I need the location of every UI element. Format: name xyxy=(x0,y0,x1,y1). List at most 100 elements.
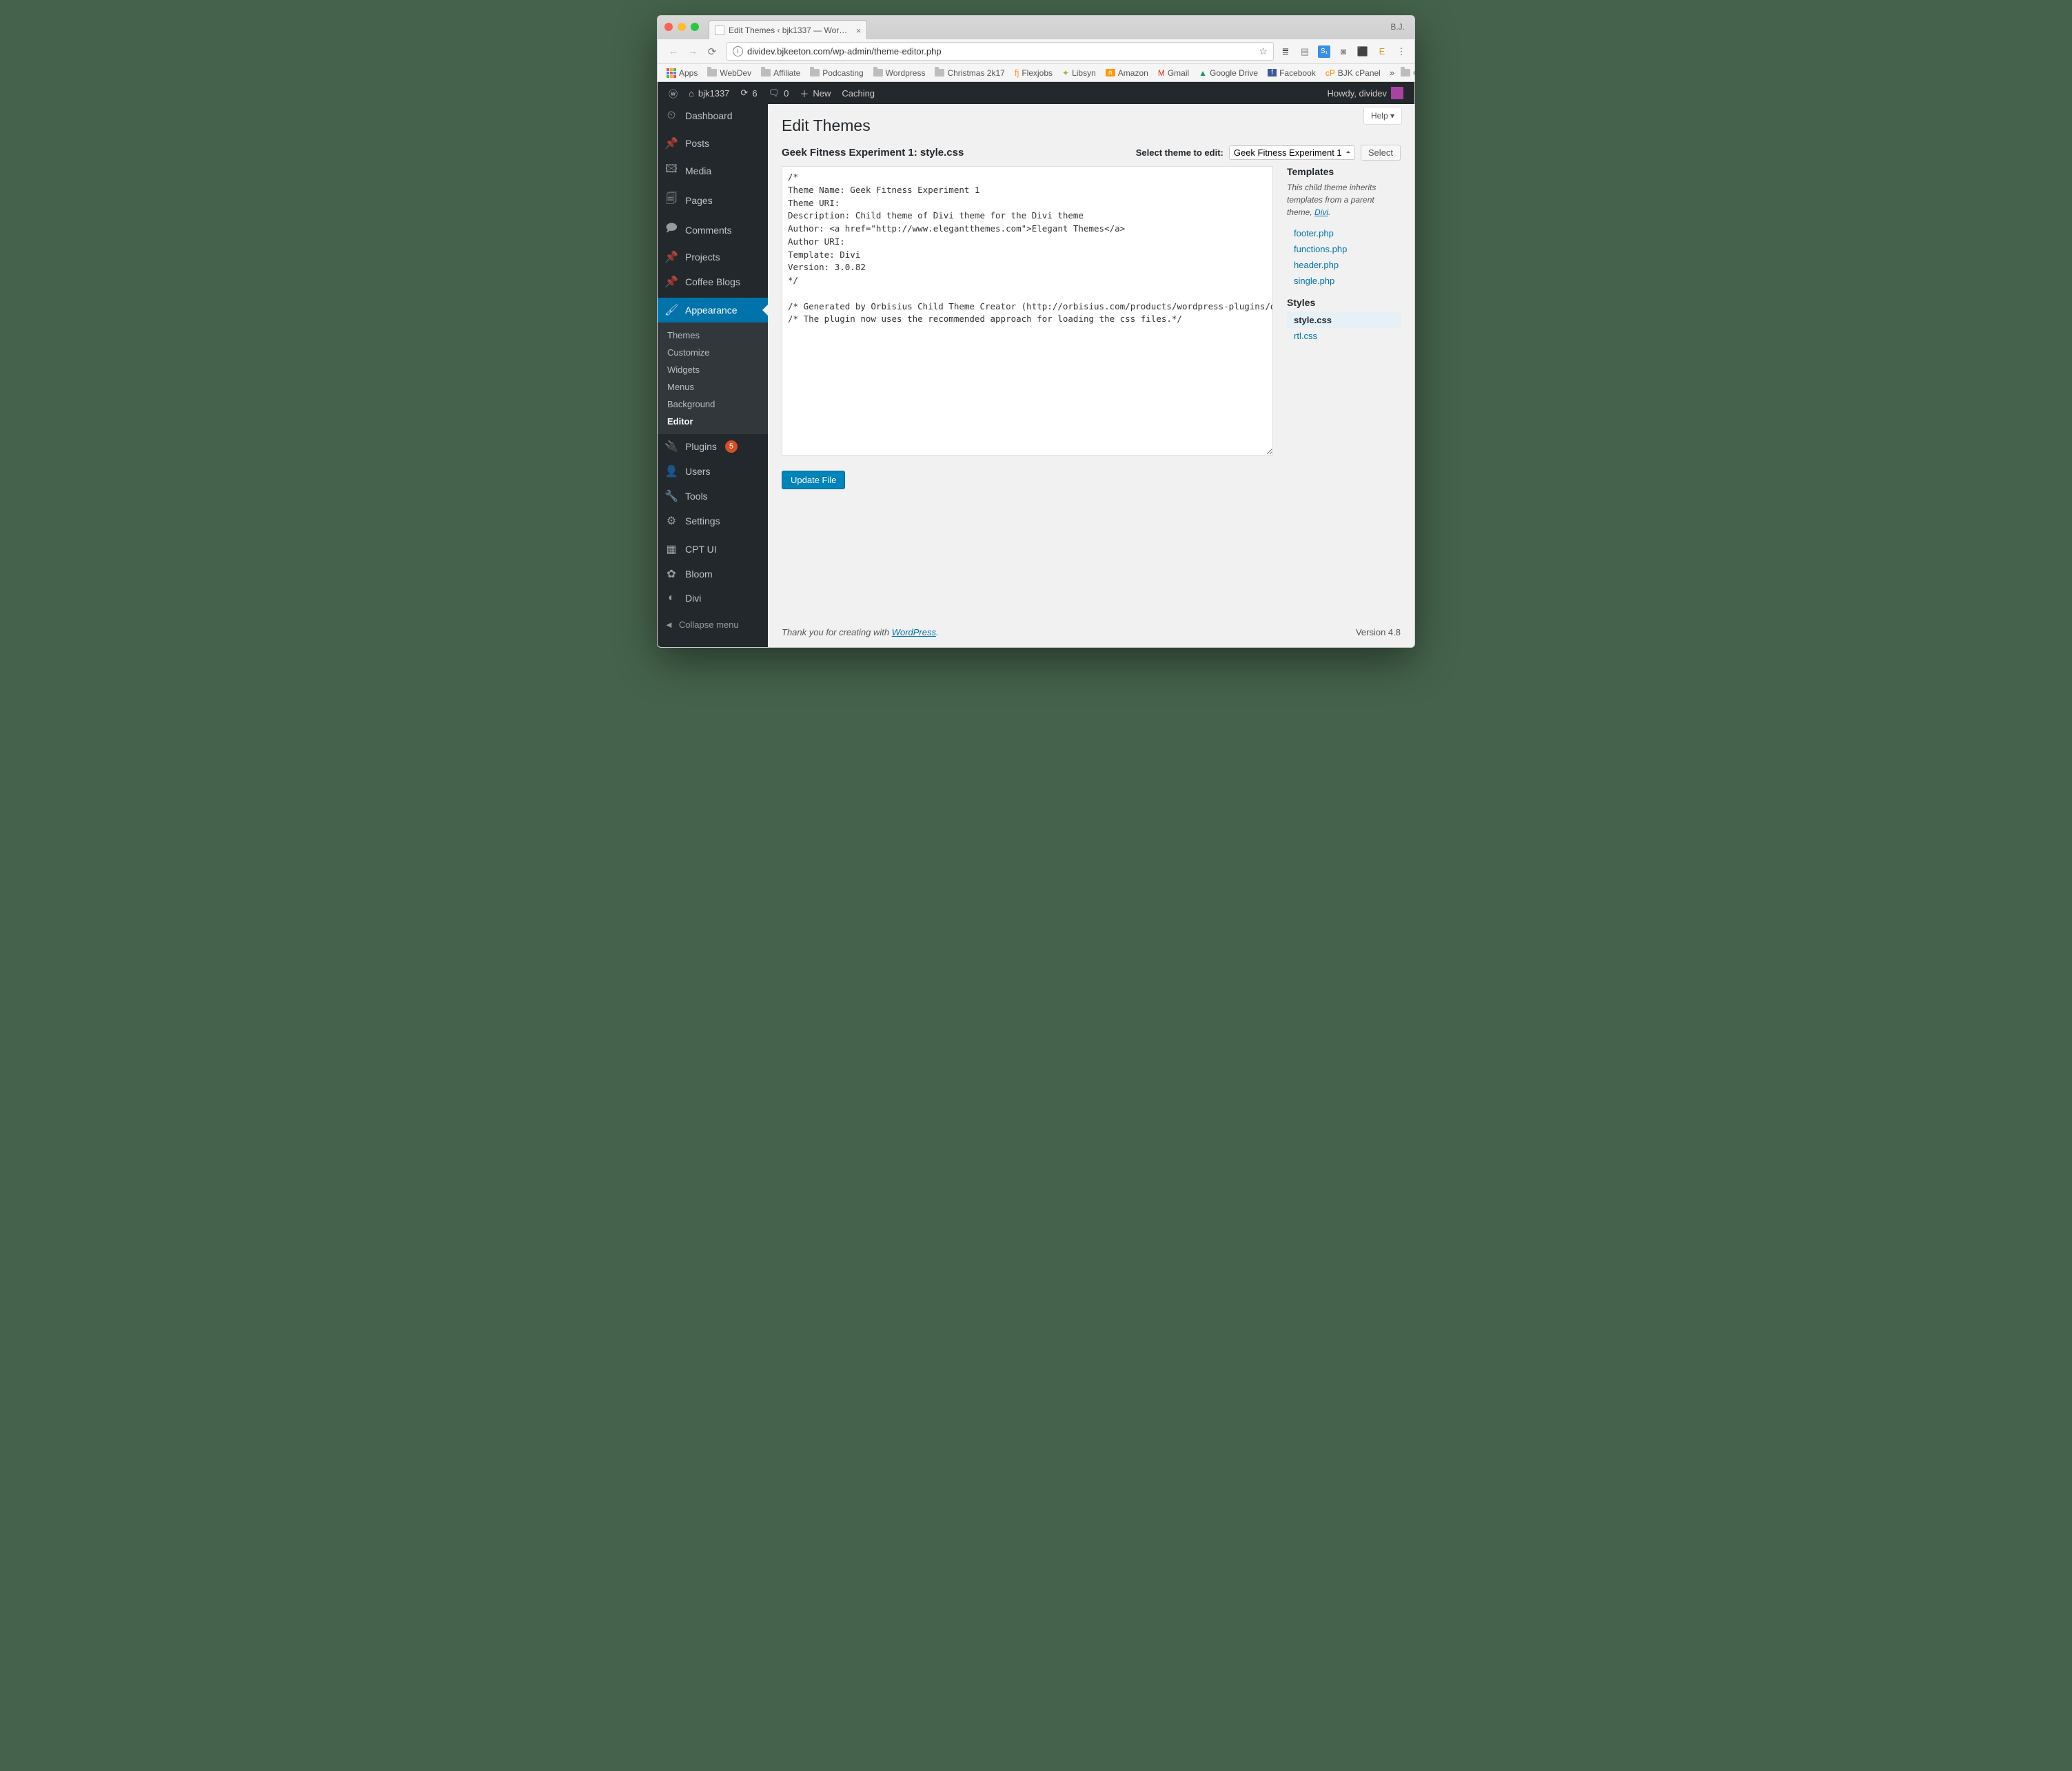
ext-buffer-icon[interactable]: ≣ xyxy=(1279,45,1292,58)
ext-manager-icon[interactable]: S₁ xyxy=(1318,45,1330,58)
menu-posts[interactable]: 📌Posts xyxy=(658,131,768,156)
site-info-icon[interactable]: i xyxy=(733,46,743,57)
profile-label[interactable]: B.J. xyxy=(1390,22,1405,32)
address-bar[interactable]: i dividev.bjkeeton.com/wp-admin/theme-ed… xyxy=(727,42,1274,61)
minimize-window-icon[interactable] xyxy=(678,23,686,31)
tab-favicon xyxy=(715,25,724,35)
divi-icon: ◐ xyxy=(664,592,678,604)
select-button[interactable]: Select xyxy=(1361,145,1401,161)
menu-coffee-blogs[interactable]: 📌Coffee Blogs xyxy=(658,269,768,294)
plug-icon: 🔌 xyxy=(664,440,678,453)
browser-tab[interactable]: Edit Themes ‹ bjk1337 — Wor… × xyxy=(709,20,867,39)
select-theme-label: Select theme to edit: xyxy=(1136,147,1223,158)
updates-link[interactable]: ⟳6 xyxy=(735,82,762,104)
template-file[interactable]: footer.php xyxy=(1287,225,1401,241)
new-link[interactable]: ＋New xyxy=(794,82,836,104)
menu-users[interactable]: 👤Users xyxy=(658,459,768,484)
parent-theme-link[interactable]: Divi xyxy=(1314,207,1328,217)
bookmark-folder[interactable]: WebDev xyxy=(704,67,755,79)
nav-back-icon[interactable]: ← xyxy=(664,43,682,61)
theme-select[interactable]: Geek Fitness Experiment 1 xyxy=(1229,145,1355,160)
code-editor[interactable] xyxy=(782,166,1273,455)
other-bookmarks[interactable]: Other Bookmarks xyxy=(1397,67,1414,79)
template-file[interactable]: single.php xyxy=(1287,273,1401,289)
file-list-sidebar: Templates This child theme inherits temp… xyxy=(1287,166,1401,352)
browser-menu-icon[interactable]: ⋮ xyxy=(1395,45,1408,58)
ext-other-icon[interactable]: E xyxy=(1376,45,1388,58)
menu-projects[interactable]: 📌Projects xyxy=(658,245,768,269)
submenu-customize[interactable]: Customize xyxy=(658,344,768,361)
plus-icon: ＋ xyxy=(800,87,809,100)
bookmark-item[interactable]: fjFlexjobs xyxy=(1011,66,1056,79)
sliders-icon: ⚙ xyxy=(664,514,678,528)
tab-strip: Edit Themes ‹ bjk1337 — Wor… × B.J. xyxy=(658,16,1414,39)
bookmark-item[interactable]: cPBJK cPanel xyxy=(1322,67,1384,79)
pin-icon: 📌 xyxy=(664,136,678,150)
home-icon: ⌂ xyxy=(689,88,694,99)
pin-icon: 📌 xyxy=(664,250,678,264)
menu-dashboard[interactable]: ⏲Dashboard xyxy=(658,104,768,127)
comments-link[interactable]: 🗨0 xyxy=(763,82,795,104)
comment-icon: 🗨 xyxy=(769,88,780,99)
submenu-background[interactable]: Background xyxy=(658,396,768,413)
menu-pages[interactable]: 🗐Pages xyxy=(658,185,768,215)
bookmarks-bar: Apps WebDev Affiliate Podcasting Wordpre… xyxy=(658,64,1414,82)
bloom-icon: ✿ xyxy=(664,567,678,581)
submenu-widgets[interactable]: Widgets xyxy=(658,361,768,378)
update-file-button[interactable]: Update File xyxy=(782,471,845,489)
child-theme-description: This child theme inherits templates from… xyxy=(1287,181,1401,218)
folder-icon xyxy=(1401,69,1410,76)
caching-link[interactable]: Caching xyxy=(836,82,880,104)
style-file-active[interactable]: style.css xyxy=(1287,312,1401,328)
bookmark-folder[interactable]: Affiliate xyxy=(758,67,804,79)
site-link[interactable]: ⌂bjk1337 xyxy=(683,82,735,104)
cpanel-icon: cP xyxy=(1326,68,1335,78)
cpt-icon: ▦ xyxy=(664,542,678,556)
help-tab[interactable]: Help ▾ xyxy=(1363,108,1402,125)
bookmark-item[interactable]: fFacebook xyxy=(1264,67,1319,79)
window-controls[interactable] xyxy=(664,23,699,31)
menu-bloom[interactable]: ✿Bloom xyxy=(658,562,768,586)
menu-cpt-ui[interactable]: ▦CPT UI xyxy=(658,537,768,562)
bookmark-folder[interactable]: Wordpress xyxy=(870,67,929,79)
ext-camera-icon[interactable]: ◙ xyxy=(1337,45,1350,58)
submenu-menus[interactable]: Menus xyxy=(658,378,768,396)
menu-appearance[interactable]: 🖌Appearance xyxy=(658,298,768,323)
close-window-icon[interactable] xyxy=(664,23,673,31)
submenu-themes[interactable]: Themes xyxy=(658,327,768,344)
template-file[interactable]: header.php xyxy=(1287,257,1401,273)
bookmark-star-icon[interactable]: ☆ xyxy=(1259,45,1268,57)
wordpress-link[interactable]: WordPress xyxy=(892,627,936,637)
menu-tools[interactable]: 🔧Tools xyxy=(658,484,768,509)
page-title: Edit Themes xyxy=(782,111,1401,145)
tab-close-icon[interactable]: × xyxy=(856,25,862,36)
submenu-editor[interactable]: Editor xyxy=(658,413,768,430)
update-count-badge: 5 xyxy=(725,440,738,453)
bookmark-item[interactable]: ▲Google Drive xyxy=(1195,67,1261,79)
template-file[interactable]: functions.php xyxy=(1287,241,1401,257)
bookmark-item[interactable]: aAmazon xyxy=(1102,67,1152,79)
style-file[interactable]: rtl.css xyxy=(1287,328,1401,344)
bookmark-item[interactable]: MGmail xyxy=(1155,67,1192,79)
menu-plugins[interactable]: 🔌Plugins5 xyxy=(658,434,768,459)
bookmark-folder[interactable]: Christmas 2k17 xyxy=(931,67,1008,79)
bookmark-overflow-icon[interactable]: » xyxy=(1390,68,1394,78)
wp-logo-icon[interactable]: ⓦ xyxy=(663,82,683,104)
account-link[interactable]: Howdy, dividev xyxy=(1322,82,1409,104)
nav-reload-icon[interactable]: ⟳ xyxy=(703,43,721,61)
apps-shortcut[interactable]: Apps xyxy=(663,67,701,79)
menu-media[interactable]: 🖾Media xyxy=(658,156,768,185)
bookmark-item[interactable]: ✦Libsyn xyxy=(1059,67,1099,79)
menu-comments[interactable]: 🗩Comments xyxy=(658,215,768,245)
menu-divi[interactable]: ◐Divi xyxy=(658,586,768,610)
admin-footer: Thank you for creating with WordPress. V… xyxy=(768,617,1414,647)
menu-settings[interactable]: ⚙Settings xyxy=(658,509,768,533)
zoom-window-icon[interactable] xyxy=(691,23,699,31)
collapse-menu[interactable]: ◄Collapse menu xyxy=(658,613,768,637)
nav-forward-icon[interactable]: → xyxy=(684,43,702,61)
bookmark-folder[interactable]: Podcasting xyxy=(806,67,866,79)
ext-lastpass-icon[interactable]: ⬛ xyxy=(1357,45,1369,58)
styles-heading: Styles xyxy=(1287,297,1401,308)
ext-evernote-icon[interactable]: ▤ xyxy=(1299,45,1311,58)
theme-picker: Select theme to edit: Geek Fitness Exper… xyxy=(1136,145,1401,161)
